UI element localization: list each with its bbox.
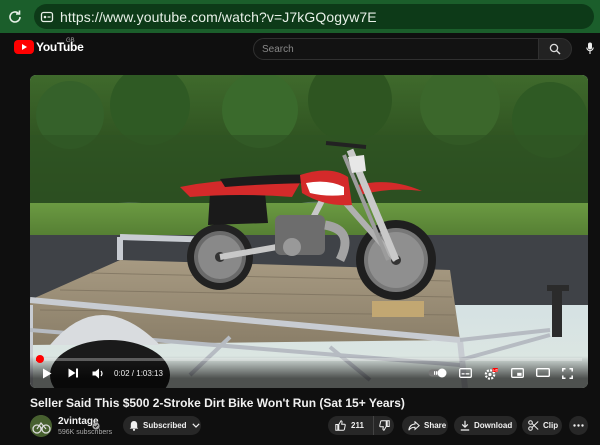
autoplay-toggle[interactable]: [428, 368, 448, 378]
url-text: https://www.youtube.com/watch?v=J7kGQogy…: [60, 8, 377, 25]
search-input[interactable]: [254, 42, 534, 56]
video-frame: [30, 75, 588, 388]
share-icon: [408, 420, 420, 431]
video-player[interactable]: 0:02 / 1:03:13 HD: [30, 75, 588, 388]
thumbs-up-icon: [335, 420, 346, 431]
scissors-icon: [528, 420, 539, 431]
clip-button[interactable]: Clip: [522, 416, 562, 435]
like-dislike-group: 211: [328, 416, 394, 435]
time-display: 0:02 / 1:03:13: [114, 369, 163, 378]
progress-scrubber[interactable]: [36, 355, 44, 363]
youtube-logo[interactable]: YouTube GB: [14, 38, 84, 54]
like-count: 211: [351, 421, 364, 430]
subtitles-icon[interactable]: [459, 368, 472, 378]
share-button[interactable]: Share: [402, 416, 448, 435]
dislike-button[interactable]: [374, 416, 394, 435]
player-controls: 0:02 / 1:03:13 HD: [30, 355, 588, 388]
more-actions-button[interactable]: [569, 416, 588, 435]
youtube-logo-icon: [14, 40, 34, 54]
site-info-icon[interactable]: [34, 4, 60, 29]
bell-icon: [129, 421, 139, 431]
download-icon: [460, 420, 470, 431]
video-title: Seller Said This $500 2-Stroke Dirt Bike…: [30, 396, 405, 410]
search-button[interactable]: [538, 38, 572, 60]
svg-text:HD: HD: [493, 368, 498, 372]
subscribed-button[interactable]: Subscribed: [123, 416, 201, 435]
thumbs-down-icon: [378, 420, 390, 431]
logo-text: YouTube: [36, 40, 84, 54]
theater-icon[interactable]: [536, 368, 550, 377]
clip-label: Clip: [543, 421, 559, 430]
reload-icon[interactable]: [0, 0, 30, 33]
youtube-header: YouTube GB: [0, 33, 600, 63]
search-box: [253, 38, 540, 60]
url-field[interactable]: https://www.youtube.com/watch?v=J7kGQogy…: [34, 4, 594, 29]
play-icon[interactable]: [42, 368, 52, 379]
mic-icon[interactable]: [586, 42, 594, 60]
search-icon: [549, 43, 561, 55]
download-label: Download: [474, 421, 513, 430]
share-label: Share: [424, 421, 447, 430]
fullscreen-icon[interactable]: [562, 368, 573, 379]
avatar[interactable]: [30, 415, 52, 437]
like-button[interactable]: 211: [328, 416, 374, 435]
logo-region: GB: [66, 38, 75, 44]
subscriber-count: 596K subscribers: [58, 429, 113, 436]
subscribed-label: Subscribed: [143, 421, 187, 430]
progress-bar[interactable]: [36, 355, 582, 363]
browser-address-bar: https://www.youtube.com/watch?v=J7kGQogy…: [0, 0, 600, 33]
more-horizontal-icon: [573, 424, 584, 427]
next-icon[interactable]: [68, 368, 79, 378]
volume-icon[interactable]: [92, 368, 105, 379]
settings-icon[interactable]: HD: [484, 368, 498, 381]
download-button[interactable]: Download: [454, 416, 517, 435]
miniplayer-icon[interactable]: [511, 368, 524, 378]
chevron-down-icon: [191, 423, 200, 428]
